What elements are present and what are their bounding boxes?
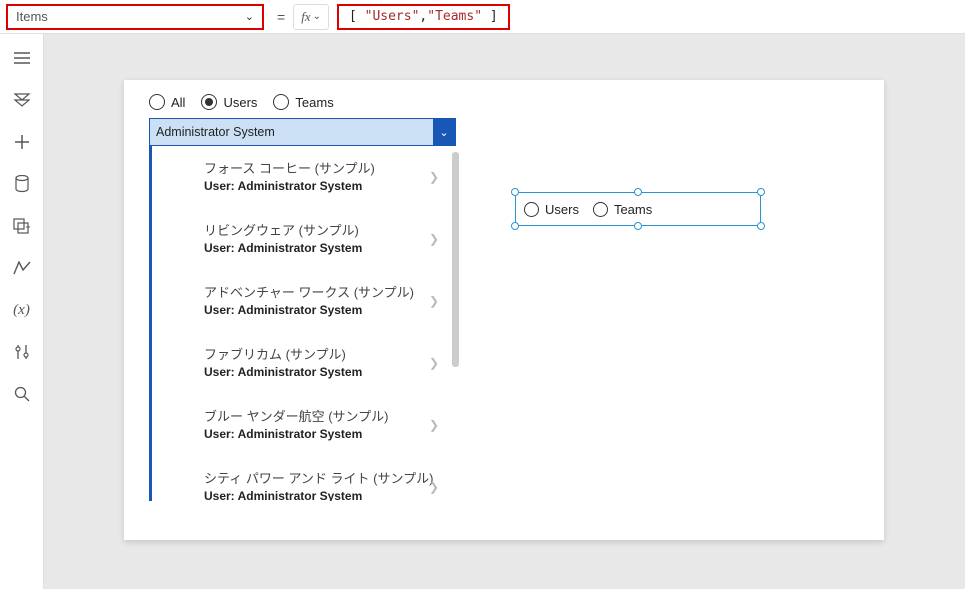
plus-icon[interactable]	[12, 132, 32, 152]
flows-icon[interactable]	[12, 258, 32, 278]
list-item-title: ブルー ヤンダー航空 (サンプル)	[204, 406, 459, 425]
radio-label: Teams	[295, 95, 333, 110]
chevron-right-icon: ❯	[429, 232, 439, 246]
radio-all[interactable]: All	[149, 94, 185, 110]
resize-handle[interactable]	[511, 188, 519, 196]
list-item[interactable]: シティ パワー アンド ライト (サンプル) User: Administrat…	[152, 456, 459, 501]
resize-handle[interactable]	[757, 222, 765, 230]
list-item[interactable]: ブルー ヤンダー航空 (サンプル) User: Administrator Sy…	[152, 394, 459, 456]
list-item-subtitle: User: Administrator System	[204, 489, 459, 501]
list-item[interactable]: フォース コーヒー (サンプル) User: Administrator Sys…	[152, 146, 459, 208]
tree-view-icon[interactable]	[12, 90, 32, 110]
settings-sliders-icon[interactable]	[12, 342, 32, 362]
radio-icon	[593, 202, 608, 217]
records-list: フォース コーヒー (サンプル) User: Administrator Sys…	[149, 146, 459, 501]
list-item[interactable]: アドベンチャー ワークス (サンプル) User: Administrator …	[152, 270, 459, 332]
variables-icon[interactable]: (x)	[12, 300, 32, 320]
list-item-title: シティ パワー アンド ライト (サンプル)	[204, 468, 459, 487]
list-item-title: ファブリカム (サンプル)	[204, 344, 459, 363]
fx-button[interactable]: fx ⌄	[293, 4, 329, 30]
search-icon[interactable]	[12, 384, 32, 404]
resize-handle[interactable]	[634, 188, 642, 196]
selected-radio-control[interactable]: Users Teams	[515, 192, 761, 226]
resize-handle[interactable]	[511, 222, 519, 230]
radio-label: All	[171, 95, 185, 110]
radio-label: Users	[545, 202, 579, 217]
radio-users[interactable]: Users	[524, 202, 579, 217]
list-item-title: リビングウェア (サンプル)	[204, 220, 459, 239]
chevron-down-icon: ⌄	[245, 10, 254, 23]
list-item-subtitle: User: Administrator System	[204, 179, 459, 193]
combobox-value: Administrator System	[150, 119, 433, 145]
formula-string: "Users"	[365, 9, 420, 24]
chevron-right-icon: ❯	[429, 356, 439, 370]
formula-bar: Items ⌄ = fx ⌄ [ "Users" , "Teams" ]	[0, 0, 965, 34]
fx-icon: fx	[301, 9, 310, 25]
radio-icon	[524, 202, 539, 217]
radio-teams[interactable]: Teams	[273, 94, 333, 110]
formula-close-bracket: ]	[490, 9, 498, 24]
formula-input[interactable]: [ "Users" , "Teams" ]	[337, 4, 510, 30]
owner-combobox[interactable]: Administrator System ⌄	[149, 118, 456, 146]
app-canvas[interactable]: All Users Teams Administrator System ⌄ フ…	[124, 80, 884, 540]
chevron-down-icon: ⌄	[313, 11, 321, 22]
formula-open-bracket: [	[349, 9, 357, 24]
left-rail: (x)	[0, 34, 44, 589]
scrollbar[interactable]	[452, 152, 459, 367]
property-selector[interactable]: Items ⌄	[6, 4, 264, 30]
list-item-subtitle: User: Administrator System	[204, 365, 459, 379]
list-item-subtitle: User: Administrator System	[204, 241, 459, 255]
chevron-right-icon: ❯	[429, 170, 439, 184]
chevron-right-icon: ❯	[429, 294, 439, 308]
media-icon[interactable]	[12, 216, 32, 236]
radio-icon	[273, 94, 289, 110]
radio-icon	[149, 94, 165, 110]
filter-radio-group: All Users Teams	[149, 94, 884, 110]
list-item-title: アドベンチャー ワークス (サンプル)	[204, 282, 459, 301]
radio-users[interactable]: Users	[201, 94, 257, 110]
list-item-title: フォース コーヒー (サンプル)	[204, 158, 459, 177]
radio-icon-checked	[201, 94, 217, 110]
equals-sign: =	[277, 9, 285, 25]
list-item[interactable]: リビングウェア (サンプル) User: Administrator Syste…	[152, 208, 459, 270]
resize-handle[interactable]	[757, 188, 765, 196]
data-icon[interactable]	[12, 174, 32, 194]
main-area: (x) All Users Teams	[0, 34, 965, 589]
list-item-subtitle: User: Administrator System	[204, 303, 459, 317]
hamburger-icon[interactable]	[12, 48, 32, 68]
resize-handle[interactable]	[634, 222, 642, 230]
list-item[interactable]: ファブリカム (サンプル) User: Administrator System…	[152, 332, 459, 394]
radio-label: Users	[223, 95, 257, 110]
formula-string: "Teams"	[427, 9, 482, 24]
chevron-right-icon: ❯	[429, 418, 439, 432]
radio-teams[interactable]: Teams	[593, 202, 652, 217]
list-item-subtitle: User: Administrator System	[204, 427, 459, 441]
chevron-down-icon[interactable]: ⌄	[433, 119, 455, 145]
radio-label: Teams	[614, 202, 652, 217]
property-name: Items	[16, 9, 48, 24]
formula-comma: ,	[419, 9, 427, 24]
chevron-right-icon: ❯	[429, 480, 439, 494]
canvas-background: All Users Teams Administrator System ⌄ フ…	[44, 34, 965, 589]
